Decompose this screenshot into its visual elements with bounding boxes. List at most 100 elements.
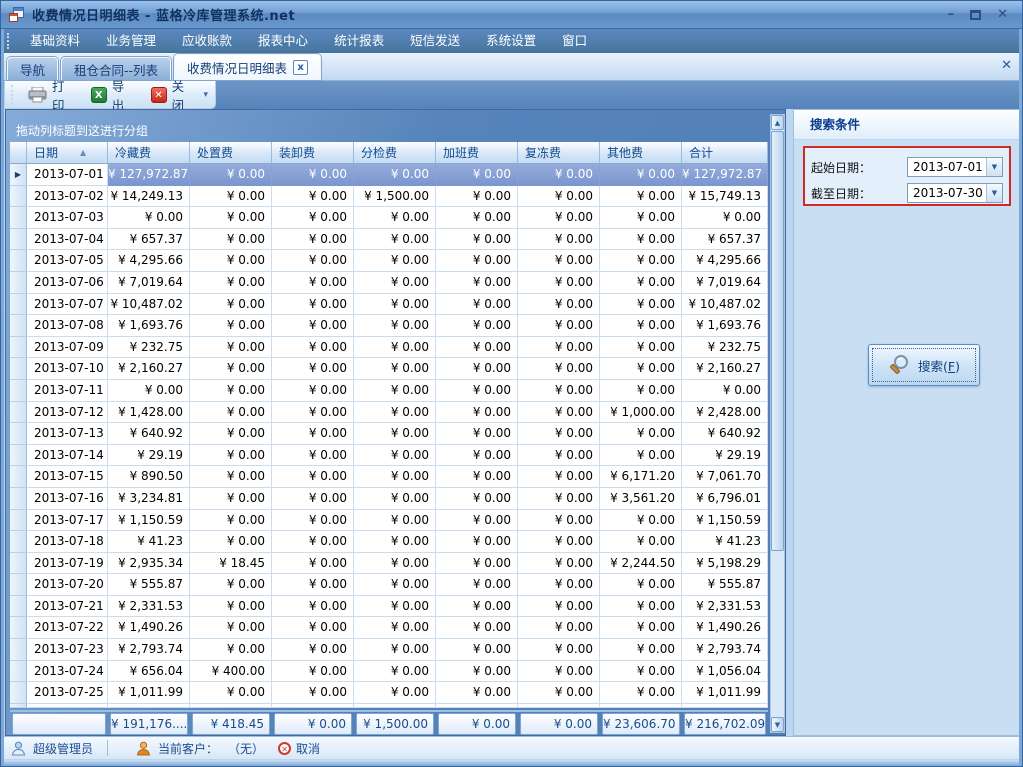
- cell-value[interactable]: ¥ 0.00: [518, 229, 600, 251]
- cell-value[interactable]: ¥ 0.00: [354, 445, 436, 467]
- cell-value[interactable]: ¥ 555.87: [108, 574, 190, 596]
- cell-value[interactable]: ¥ 0.00: [354, 337, 436, 359]
- cell-value[interactable]: ¥ 3,234.81: [108, 488, 190, 510]
- cell-value[interactable]: ¥ 0.00: [436, 207, 518, 229]
- cell-date[interactable]: 2013-07-09: [27, 337, 108, 359]
- cell-value[interactable]: ¥ 555.87: [682, 574, 768, 596]
- cell-value[interactable]: ¥ 0.00: [354, 380, 436, 402]
- cell-value[interactable]: ¥ 0.00: [354, 661, 436, 683]
- table-row[interactable]: ▶2013-07-01¥ 127,972.87¥ 0.00¥ 0.00¥ 0.0…: [10, 164, 768, 186]
- cell-value[interactable]: ¥ 0.00: [600, 207, 682, 229]
- cell-value[interactable]: ¥ 0.00: [436, 596, 518, 618]
- cell-value[interactable]: ¥ 656.04: [108, 661, 190, 683]
- cell-value[interactable]: ¥ 0.00: [436, 272, 518, 294]
- menu-item[interactable]: 业务管理: [93, 29, 169, 53]
- cell-value[interactable]: ¥ 0.00: [272, 315, 354, 337]
- cell-date[interactable]: 2013-07-06: [27, 272, 108, 294]
- cancel-client-icon[interactable]: ✕: [278, 742, 291, 755]
- minimize-button[interactable]: –: [948, 8, 955, 22]
- cell-value[interactable]: ¥ 1,490.26: [108, 617, 190, 639]
- cell-value[interactable]: ¥ 0.00: [272, 466, 354, 488]
- cell-value[interactable]: ¥ 640.92: [108, 423, 190, 445]
- cell-value[interactable]: ¥ 0.00: [518, 337, 600, 359]
- cell-value[interactable]: ¥ 4,295.66: [108, 250, 190, 272]
- cell-value[interactable]: ¥ 15,749.13: [682, 186, 768, 208]
- cell-value[interactable]: ¥ 18.45: [190, 553, 272, 575]
- cell-value[interactable]: ¥ 0.00: [518, 639, 600, 661]
- cell-value[interactable]: ¥ 2,160.27: [108, 358, 190, 380]
- table-row[interactable]: 2013-07-03¥ 0.00¥ 0.00¥ 0.00¥ 0.00¥ 0.00…: [10, 207, 768, 229]
- table-row[interactable]: 2013-07-09¥ 232.75¥ 0.00¥ 0.00¥ 0.00¥ 0.…: [10, 337, 768, 359]
- cell-value[interactable]: ¥ 0.00: [436, 337, 518, 359]
- cell-value[interactable]: ¥ 640.92: [682, 423, 768, 445]
- cell-value[interactable]: ¥ 0.00: [354, 574, 436, 596]
- cell-value[interactable]: ¥ 0.00: [354, 207, 436, 229]
- cell-value[interactable]: ¥ 1,074.73: [108, 704, 190, 708]
- cell-value[interactable]: ¥ 0.00: [600, 574, 682, 596]
- cell-value[interactable]: ¥ 2,793.74: [682, 639, 768, 661]
- cell-value[interactable]: ¥ 0.00: [190, 229, 272, 251]
- cell-value[interactable]: ¥ 1,150.59: [108, 510, 190, 532]
- column-header[interactable]: 分检费: [354, 142, 436, 164]
- cell-value[interactable]: ¥ 0.00: [682, 207, 768, 229]
- cell-value[interactable]: ¥ 0.00: [354, 682, 436, 704]
- cell-value[interactable]: ¥ 0.00: [354, 510, 436, 532]
- column-header[interactable]: 处置费: [190, 142, 272, 164]
- menu-item[interactable]: 报表中心: [245, 29, 321, 53]
- cell-value[interactable]: ¥ 0.00: [682, 380, 768, 402]
- cell-value[interactable]: ¥ 0.00: [436, 704, 518, 708]
- table-row[interactable]: 2013-07-08¥ 1,693.76¥ 0.00¥ 0.00¥ 0.00¥ …: [10, 315, 768, 337]
- cell-date[interactable]: 2013-07-13: [27, 423, 108, 445]
- cell-value[interactable]: ¥ 0.00: [518, 510, 600, 532]
- column-header[interactable]: 加班费: [436, 142, 518, 164]
- table-row[interactable]: 2013-07-05¥ 4,295.66¥ 0.00¥ 0.00¥ 0.00¥ …: [10, 250, 768, 272]
- table-row[interactable]: 2013-07-10¥ 2,160.27¥ 0.00¥ 0.00¥ 0.00¥ …: [10, 358, 768, 380]
- cell-value[interactable]: ¥ 0.00: [190, 380, 272, 402]
- cell-value[interactable]: ¥ 5,198.29: [682, 553, 768, 575]
- cell-value[interactable]: ¥ 0.00: [600, 423, 682, 445]
- cell-date[interactable]: 2013-07-26: [27, 704, 108, 708]
- cell-value[interactable]: ¥ 0.00: [272, 250, 354, 272]
- cell-value[interactable]: ¥ 0.00: [354, 553, 436, 575]
- cell-value[interactable]: ¥ 0.00: [190, 250, 272, 272]
- menu-item[interactable]: 基础资料: [17, 29, 93, 53]
- cell-value[interactable]: ¥ 0.00: [436, 294, 518, 316]
- cell-value[interactable]: ¥ 6,171.20: [600, 466, 682, 488]
- cell-date[interactable]: 2013-07-14: [27, 445, 108, 467]
- cell-value[interactable]: ¥ 0.00: [190, 315, 272, 337]
- cell-value[interactable]: ¥ 10,487.02: [682, 294, 768, 316]
- cell-value[interactable]: ¥ 0.00: [600, 315, 682, 337]
- cell-value[interactable]: ¥ 7,019.64: [682, 272, 768, 294]
- cell-value[interactable]: ¥ 0.00: [518, 661, 600, 683]
- cell-value[interactable]: ¥ 1,056.04: [682, 661, 768, 683]
- cell-date[interactable]: 2013-07-17: [27, 510, 108, 532]
- menu-item[interactable]: 窗口: [549, 29, 600, 53]
- cell-value[interactable]: ¥ 0.00: [272, 423, 354, 445]
- column-header[interactable]: 合计: [682, 142, 768, 164]
- cell-value[interactable]: ¥ 0.00: [436, 423, 518, 445]
- cell-value[interactable]: ¥ 0.00: [518, 402, 600, 424]
- cell-value[interactable]: ¥ 232.75: [682, 337, 768, 359]
- cell-value[interactable]: ¥ 0.00: [600, 510, 682, 532]
- cell-value[interactable]: ¥ 0.00: [436, 358, 518, 380]
- cell-value[interactable]: ¥ 0.00: [518, 423, 600, 445]
- cell-value[interactable]: ¥ 0.00: [190, 337, 272, 359]
- cell-value[interactable]: ¥ 0.00: [272, 402, 354, 424]
- cell-value[interactable]: ¥ 0.00: [436, 250, 518, 272]
- cell-value[interactable]: ¥ 0.00: [436, 488, 518, 510]
- cell-value[interactable]: ¥ 0.00: [600, 380, 682, 402]
- cell-value[interactable]: ¥ 0.00: [354, 617, 436, 639]
- table-row[interactable]: 2013-07-25¥ 1,011.99¥ 0.00¥ 0.00¥ 0.00¥ …: [10, 682, 768, 704]
- cell-value[interactable]: ¥ 4,295.66: [682, 250, 768, 272]
- cell-value[interactable]: ¥ 1,011.99: [682, 682, 768, 704]
- cell-value[interactable]: ¥ 0.00: [518, 553, 600, 575]
- cell-value[interactable]: ¥ 0.00: [272, 164, 354, 186]
- cell-value[interactable]: ¥ 0.00: [272, 294, 354, 316]
- cell-value[interactable]: ¥ 0.00: [518, 358, 600, 380]
- cell-date[interactable]: 2013-07-20: [27, 574, 108, 596]
- cell-value[interactable]: ¥ 2,428.00: [682, 402, 768, 424]
- close-tab-group-icon[interactable]: ✕: [1001, 58, 1012, 73]
- table-row[interactable]: 2013-07-02¥ 14,249.13¥ 0.00¥ 0.00¥ 1,500…: [10, 186, 768, 208]
- cell-value[interactable]: ¥ 0.00: [190, 423, 272, 445]
- cell-value[interactable]: ¥ 0.00: [600, 704, 682, 708]
